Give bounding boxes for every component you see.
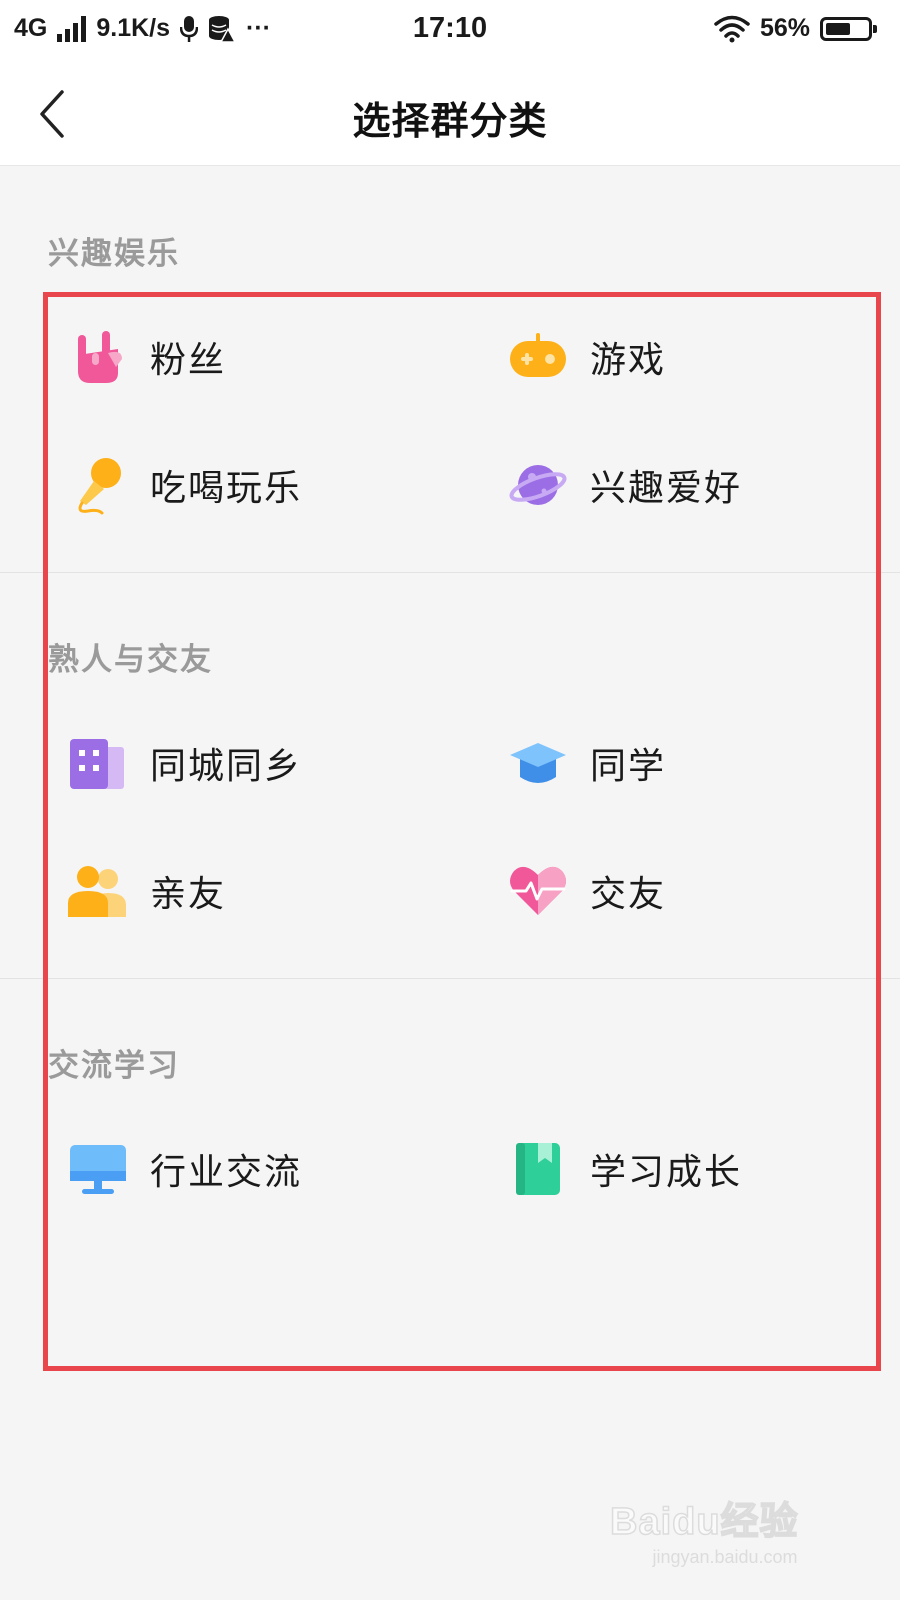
status-bar: 4G 9.1K/s ··· 17:10 56%: [0, 0, 900, 62]
category-item-fans[interactable]: 粉丝: [68, 322, 428, 392]
category-label: 同学: [590, 746, 667, 787]
category-item-same-city[interactable]: 同城同乡: [68, 728, 428, 798]
battery-percent: 56%: [759, 14, 810, 42]
section-divider: [0, 572, 900, 573]
wifi-icon: [714, 15, 750, 42]
app-screen: 4G 9.1K/s ··· 17:10 56% 选择群分类 兴趣娱乐 粉丝 游戏…: [0, 0, 900, 1600]
book-icon: [516, 1143, 560, 1195]
category-item-games[interactable]: 游戏: [508, 322, 868, 392]
battery-icon: [820, 16, 877, 41]
people-icon: [68, 866, 126, 917]
graduation-cap-icon: [510, 743, 566, 783]
category-label: 吃喝玩乐: [150, 468, 303, 509]
page-title: 选择群分类: [352, 99, 548, 143]
category-item-study[interactable]: 学习成长: [508, 1134, 868, 1204]
category-item-industry[interactable]: 行业交流: [68, 1134, 428, 1204]
planet-icon: [509, 465, 567, 505]
category-item-food-fun[interactable]: 吃喝玩乐: [68, 450, 428, 520]
status-right: 56%: [714, 14, 877, 43]
category-item-hobbies[interactable]: 兴趣爱好: [508, 450, 868, 520]
building-icon: [70, 739, 124, 789]
monitor-icon: [70, 1145, 126, 1194]
category-label: 交友: [590, 874, 667, 915]
category-label: 行业交流: [150, 1152, 303, 1193]
category-label: 兴趣爱好: [590, 468, 743, 509]
category-label: 亲友: [150, 874, 227, 915]
watermark-brand: Baidu经验: [609, 1500, 799, 1544]
section-divider: [0, 978, 900, 979]
microphone-icon: [78, 458, 121, 515]
gamepad-icon: [510, 333, 566, 377]
section-title-friends: 熟人与交友: [48, 642, 213, 678]
category-label: 学习成长: [590, 1152, 743, 1193]
category-label: 粉丝: [150, 340, 227, 381]
category-item-dating[interactable]: 交友: [508, 856, 868, 926]
category-item-classmates[interactable]: 同学: [508, 728, 868, 798]
rock-hand-icon: [78, 331, 122, 383]
nav-bar: 选择群分类: [0, 62, 900, 166]
watermark: Baidu经验 jingyan.baidu.com: [609, 1490, 840, 1580]
watermark-url: jingyan.baidu.com: [652, 1547, 798, 1567]
category-label: 同城同乡: [150, 746, 303, 787]
category-label: 游戏: [590, 340, 667, 381]
section-title-learning: 交流学习: [48, 1048, 180, 1084]
section-title-interest: 兴趣娱乐: [48, 236, 180, 272]
category-item-family-friends[interactable]: 亲友: [68, 856, 428, 926]
heart-pulse-icon: [510, 866, 566, 915]
